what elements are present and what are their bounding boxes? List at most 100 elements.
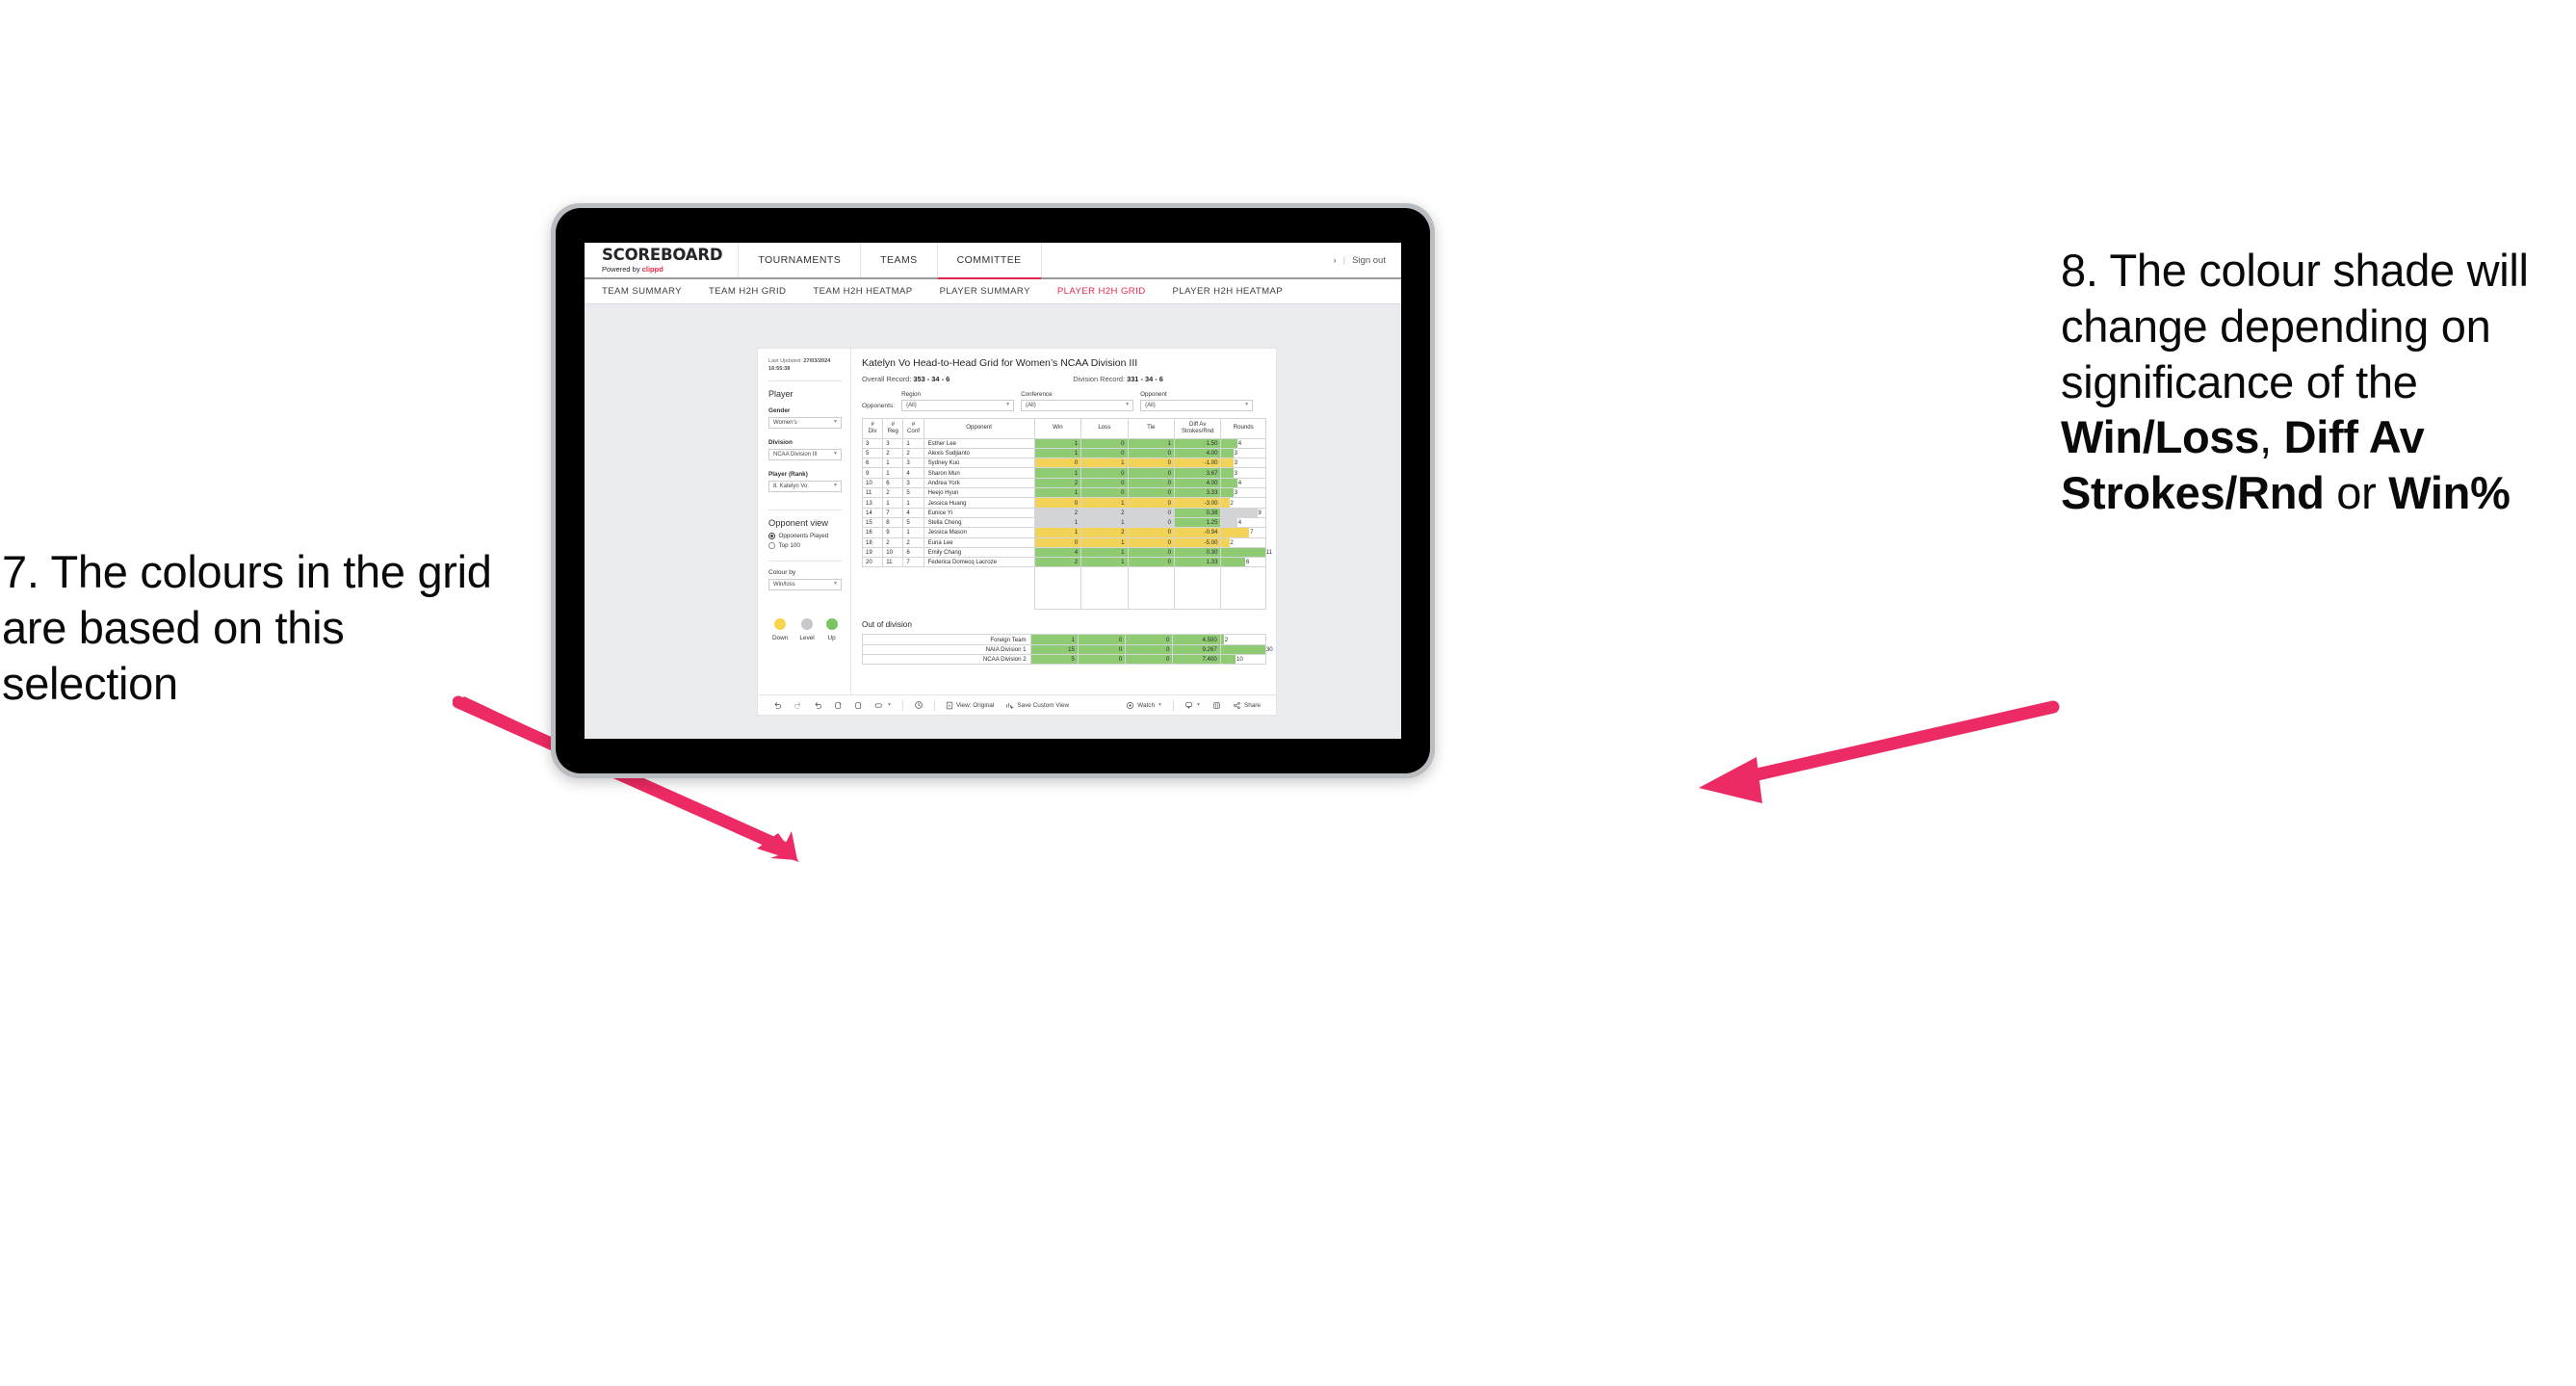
table-row[interactable]: 11 2 5 Heejo Hyun 1 0 0 3.33 3 <box>861 487 1266 499</box>
filter-sidebar: Last Updated: 27/03/2024 16:55:38 Player … <box>758 349 851 694</box>
table-row[interactable]: 5 2 2 Alexis Sudjianto 1 0 0 4.00 3 <box>861 447 1266 459</box>
pause-button[interactable] <box>848 701 869 710</box>
col-conf-l2: Conf <box>907 427 920 434</box>
division-record: Division Record: 331 - 34 - 6 <box>1073 375 1163 383</box>
annotation-right-bold-winpct: Win% <box>2388 467 2511 519</box>
share-button[interactable]: Share <box>1227 701 1266 710</box>
subnav-item-player-summary[interactable]: PLAYER SUMMARY <box>940 286 1030 297</box>
sign-out-link[interactable]: Sign out <box>1352 255 1386 266</box>
divider-3 <box>768 560 842 562</box>
view-original-button[interactable]: View: Original <box>940 701 1000 710</box>
undo-button[interactable] <box>768 701 788 710</box>
revert-button[interactable] <box>808 701 828 710</box>
cell-conf: 2 <box>902 536 924 548</box>
annotation-right-pre: 8. The colour shade will change dependin… <box>2061 245 2529 407</box>
table-row[interactable]: 13 1 1 Jessica Huang 0 1 0 -3.00 2 <box>861 497 1266 509</box>
table-row[interactable]: 15 8 5 Stella Cheng 1 1 0 1.25 4 <box>861 516 1266 529</box>
pad-opp <box>924 567 1034 610</box>
nav-item-teams[interactable]: TEAMS <box>861 243 938 277</box>
watch-button[interactable]: Watch ▼ <box>1120 701 1168 710</box>
nav-item-tournaments[interactable]: TOURNAMENTS <box>739 243 862 277</box>
table-row[interactable]: NAIA Division 1 15 0 0 9.267 30 <box>862 643 1273 656</box>
brand-logo[interactable]: SCOREBOARD Powered by clippd <box>585 243 740 277</box>
record-summary: Overall Record: 353 - 34 - 6 Division Re… <box>862 375 1266 383</box>
cell-loss: 2 <box>1080 507 1129 518</box>
table-row[interactable]: 14 7 4 Eunice Yi 2 2 0 0.38 9 <box>861 507 1266 518</box>
chevron-down-icon: ▼ <box>833 483 838 489</box>
legend-label-up: Up <box>827 634 836 641</box>
toolbar-divider-3 <box>1172 699 1174 711</box>
col-diff-av-strokes[interactable]: Diff Av Strokes/Rnd <box>1174 417 1222 439</box>
region-select[interactable]: (All) ▼ <box>901 399 1015 411</box>
conference-select[interactable]: (All) ▼ <box>1021 399 1134 411</box>
colour-by-label: Colour by <box>768 568 796 576</box>
subnav-item-team-h2h-grid[interactable]: TEAM H2H GRID <box>709 286 786 297</box>
division-select[interactable]: NCAA Division III ▼ <box>768 448 842 460</box>
col-tie[interactable]: Tie <box>1127 417 1176 439</box>
colour-by-select[interactable]: Win/loss ▼ <box>768 578 842 590</box>
slide-canvas: 7. The colours in the grid are based on … <box>0 0 2576 1386</box>
radio-top-100[interactable]: Top 100 <box>768 542 842 549</box>
table-row[interactable]: 10 6 3 Andrea York 2 0 0 4.00 4 <box>861 477 1266 489</box>
subnav-item-player-h2h-grid[interactable]: PLAYER H2H GRID <box>1057 286 1146 297</box>
cell-loss: 0 <box>1080 437 1129 449</box>
cell-div: 9 <box>861 467 884 479</box>
chevron-right-icon[interactable]: › <box>1333 255 1336 266</box>
player-rank-select[interactable]: 8. Katelyn Vo ▼ <box>768 480 842 492</box>
h2h-grid-wrapper: #Div #Reg #Conf Opponent Win Loss Tie <box>861 417 1272 611</box>
colour-legend: Down Level Up <box>768 617 842 641</box>
toolbar-divider-2 <box>933 699 935 711</box>
sidebar-heading-opponent-view: Opponent view <box>768 517 829 528</box>
table-row[interactable]: 3 3 1 Esther Lee 1 0 1 1.50 4 <box>861 437 1266 449</box>
refresh-button[interactable] <box>828 701 848 710</box>
opponent-select[interactable]: (All) ▼ <box>1140 399 1254 411</box>
arrow-right <box>1699 700 2060 803</box>
out-of-division-table: Foreign Team 1 0 0 4.500 2 NAIA Division 1 15 0 0… <box>862 634 1273 666</box>
col-conf[interactable]: # Conf <box>902 417 924 439</box>
legend-dot-level <box>800 617 813 630</box>
col-rounds[interactable]: Rounds <box>1220 417 1266 439</box>
h2h-grid-table: #Div #Reg #Conf Opponent Win Loss Tie <box>861 417 1272 611</box>
opponent-label: Opponent <box>1140 390 1167 398</box>
col-loss[interactable]: Loss <box>1080 417 1129 439</box>
table-row[interactable]: 9 1 4 Sharon Mun 1 0 0 3.67 3 <box>861 467 1266 479</box>
table-row[interactable]: 16 9 1 Jessica Mason 1 2 0 -0.94 7 <box>861 527 1266 538</box>
cell-ood-name: Foreign Team <box>862 634 1031 645</box>
table-row[interactable]: NCAA Division 2 5 0 0 7.400 10 <box>862 654 1267 666</box>
table-row[interactable]: 19 10 6 Emily Chang 4 1 0 0.30 11 <box>861 546 1272 559</box>
cell-diff: 3.67 <box>1174 467 1222 479</box>
radio-opponents-played[interactable]: Opponents Played <box>768 533 842 539</box>
gender-select[interactable]: Women’s ▼ <box>768 416 842 429</box>
subnav-item-team-summary[interactable]: TEAM SUMMARY <box>602 286 682 297</box>
cell-loss: 1 <box>1080 546 1129 559</box>
col-win[interactable]: Win <box>1033 417 1082 439</box>
cell-loss: 1 <box>1080 458 1129 469</box>
save-custom-view-button[interactable]: Save Custom View <box>1000 701 1075 710</box>
redo-button[interactable] <box>788 701 808 710</box>
col-reg[interactable]: # Reg <box>882 417 904 439</box>
subnav-item-team-h2h-heatmap[interactable]: TEAM H2H HEATMAP <box>813 286 912 297</box>
history-button[interactable] <box>908 700 929 710</box>
subnav-item-player-h2h-heatmap[interactable]: PLAYER H2H HEATMAP <box>1173 286 1284 297</box>
cell-loss: 0 <box>1077 643 1127 656</box>
chevron-down-icon: ▼ <box>833 581 838 588</box>
header-right: › | Sign out <box>1333 243 1401 277</box>
table-row[interactable]: 6 1 3 Sydney Kuo 0 1 0 -1.00 3 <box>861 458 1266 469</box>
cell-reg: 9 <box>882 527 904 538</box>
table-row[interactable]: 18 2 2 Euna Lee 0 1 0 -5.00 2 <box>861 536 1266 548</box>
chevron-down-icon: ▼ <box>1244 402 1250 408</box>
nav-item-committee[interactable]: COMMITTEE <box>937 243 1042 279</box>
device-layout-button[interactable]: ▼ <box>869 701 898 710</box>
fullscreen-button[interactable] <box>1207 701 1227 710</box>
col-div[interactable]: # Div <box>861 417 884 439</box>
table-row[interactable]: Foreign Team 1 0 0 4.500 2 <box>862 634 1267 645</box>
download-button[interactable]: ▼ <box>1179 701 1207 710</box>
cell-diff: 0.38 <box>1174 507 1222 518</box>
chevron-down-icon: ▼ <box>1195 701 1201 708</box>
conference-field: Conference (All) ▼ <box>1021 391 1134 411</box>
pad-loss <box>1080 566 1129 611</box>
cell-ood-name: NCAA Division 2 <box>862 654 1031 666</box>
col-opponent[interactable]: Opponent <box>923 417 1035 439</box>
table-row[interactable]: 20 11 7 Federica Domecq Lacroze 2 1 0 1.33 6 <box>861 557 1266 568</box>
cell-div: 10 <box>861 477 884 489</box>
